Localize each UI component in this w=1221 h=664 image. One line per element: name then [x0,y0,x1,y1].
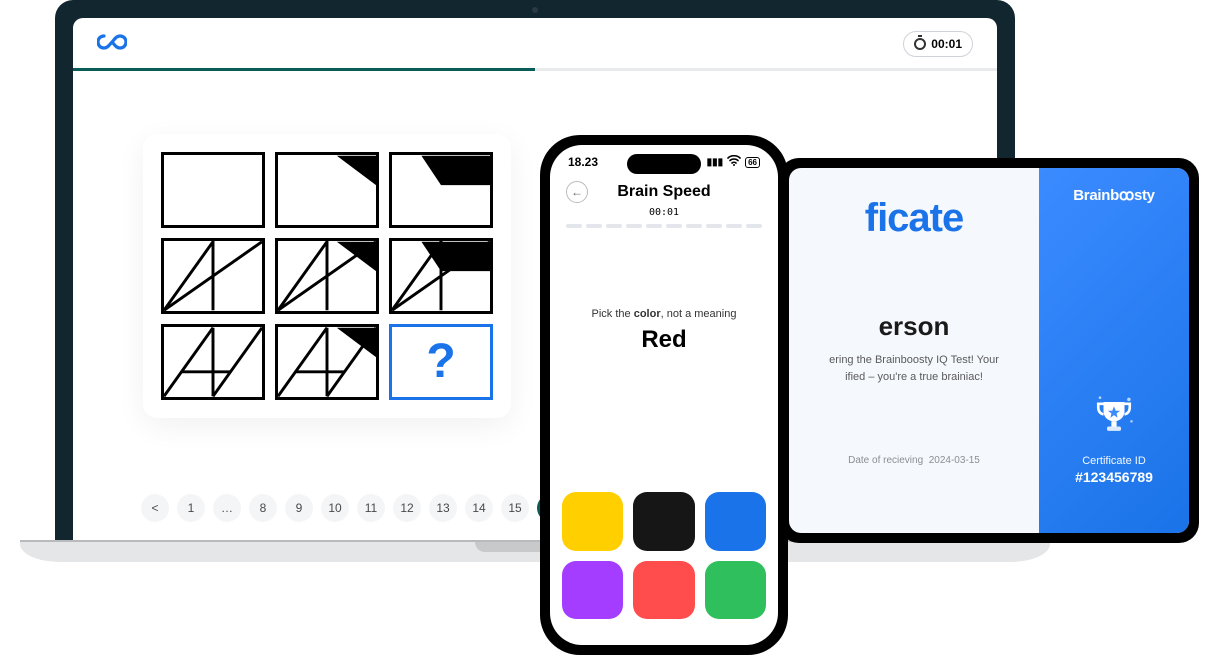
brain-speed-app: 18.23 ▮▮▮ 66 ← Brain Speed 00:01 Pick th… [550,145,778,645]
stopwatch-icon [914,38,926,50]
color-grid [550,476,778,645]
color-red[interactable] [633,561,694,619]
page-15[interactable]: 15 [501,494,529,522]
signal-icon: ▮▮▮ [707,157,724,168]
page-ellipsis: … [213,494,241,522]
brand-logo: Brainbꝏsty [1073,186,1154,204]
color-purple[interactable] [562,561,623,619]
certificate-title: ficate [807,196,1021,241]
puzzle-cell-5 [275,238,379,314]
page-10[interactable]: 10 [321,494,349,522]
cert-id-value: #123456789 [1075,469,1153,485]
page-11[interactable]: 11 [357,494,385,522]
progress-seg [746,224,762,228]
progress-seg [566,224,582,228]
page-9[interactable]: 9 [285,494,313,522]
status-time: 18.23 [568,155,598,169]
color-green[interactable] [705,561,766,619]
laptop-camera [532,7,538,13]
dynamic-island [627,154,701,174]
color-black[interactable] [633,492,694,550]
puzzle-answer-cell[interactable]: ? [389,324,493,400]
page-8[interactable]: 8 [249,494,277,522]
certificate-recipient: erson [807,311,1021,342]
page-12[interactable]: 12 [393,494,421,522]
progress-seg [626,224,642,228]
certificate-body: ficate erson ering the Brainboosty IQ Te… [789,168,1039,533]
progress-seg [646,224,662,228]
progress-seg [666,224,682,228]
phone-device: 18.23 ▮▮▮ 66 ← Brain Speed 00:01 Pick th… [540,135,788,655]
progress-fill [73,68,535,71]
puzzle-grid: ? [143,134,511,418]
certificate-sidebar: Brainbꝏsty Certificate ID #123456789 [1039,168,1189,533]
back-button[interactable]: ← [566,181,588,203]
game-timer: 00:01 [550,207,778,218]
color-blue[interactable] [705,492,766,550]
progress-seg [586,224,602,228]
page-13[interactable]: 13 [429,494,457,522]
trophy-icon [1093,395,1135,437]
question-mark-icon: ? [426,334,455,389]
certificate-date: Date of recieving 2024-03-15 [807,455,1021,466]
phone-header: ← Brain Speed [550,173,778,205]
laptop-base [20,540,1050,562]
progress-seg [606,224,622,228]
progress-seg [706,224,722,228]
progress-seg [686,224,702,228]
certificate: ficate erson ering the Brainboosty IQ Te… [789,168,1189,533]
wifi-icon [727,155,741,169]
puzzle-cell-1 [161,152,265,228]
puzzle-cell-8 [275,324,379,400]
page-14[interactable]: 14 [465,494,493,522]
timer-chip: 00:01 [903,31,973,57]
cert-id-label: Certificate ID [1082,455,1146,467]
timer-value: 00:01 [931,37,962,51]
tablet-device: ficate erson ering the Brainboosty IQ Te… [779,158,1199,543]
puzzle-cell-7 [161,324,265,400]
progress-seg [726,224,742,228]
instruction-text: Pick the color, not a meaning [550,308,778,320]
battery-icon: 66 [745,157,760,168]
screen-title: Brain Speed [617,183,710,201]
infinity-logo-icon [97,30,127,58]
status-right: ▮▮▮ 66 [707,155,760,169]
trophy-block: Certificate ID #123456789 [1075,395,1153,515]
page-1[interactable]: 1 [177,494,205,522]
puzzle-cell-2 [275,152,379,228]
progress-segments [550,218,778,228]
arrow-left-icon: ← [571,185,583,199]
puzzle-cell-6 [389,238,493,314]
stimulus-word: Red [550,326,778,354]
color-yellow[interactable] [562,492,623,550]
page-prev[interactable]: < [141,494,169,522]
progress-bar [73,68,997,71]
puzzle-cell-4 [161,238,265,314]
certificate-description: ering the Brainboosty IQ Test! Your ifie… [807,352,1021,385]
puzzle-cell-3 [389,152,493,228]
app-header: 00:01 [73,18,997,68]
